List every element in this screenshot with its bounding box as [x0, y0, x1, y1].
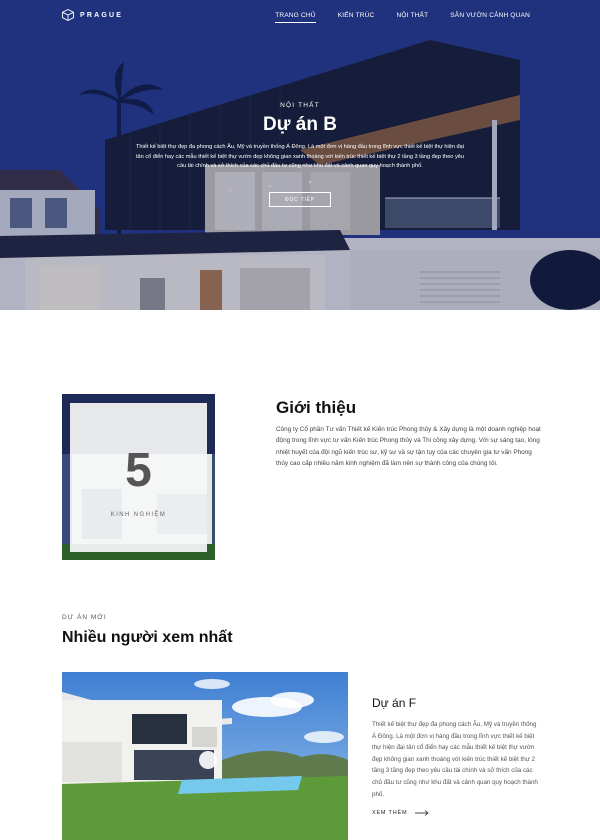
- nav-item-architecture[interactable]: KIẾN TRÚC: [338, 12, 375, 23]
- hero-eyebrow: NỘI THẤT: [280, 102, 320, 109]
- projects-eyebrow: DỰ ÁN MỚI: [62, 614, 107, 621]
- hero-description: Thiết kế biệt thự đẹp đa phong cách Âu, …: [135, 144, 465, 170]
- experience-label: KINH NGHIỆM: [110, 512, 167, 518]
- projects-title: Nhiều người xem nhất: [62, 629, 233, 646]
- experience-number: 5: [125, 444, 152, 497]
- intro-title: Giới thiệu: [276, 398, 357, 417]
- view-more-label: XEM THÊM: [372, 810, 408, 816]
- cube-logo-icon: [62, 9, 74, 21]
- nav-item-home[interactable]: TRANG CHỦ: [275, 12, 316, 23]
- arrow-right-icon: [415, 810, 429, 816]
- view-more-link[interactable]: XEM THÊM: [372, 810, 429, 816]
- hero-title: Dự án B: [263, 114, 337, 135]
- project-description: Thiết kế biệt thự đẹp đa phong cách Âu, …: [372, 721, 538, 798]
- read-more-button[interactable]: ĐỌC TIẾP: [269, 192, 331, 207]
- intro-text: Công ty Cổ phần Tư vấn Thiết kế Kiến trú…: [276, 426, 541, 468]
- brand-logo[interactable]: PRAGUE: [62, 9, 123, 21]
- nav-item-interior[interactable]: NỘI THẤT: [396, 12, 428, 23]
- project-image[interactable]: [62, 672, 348, 840]
- hero-banner: PRAGUE TRANG CHỦ KIẾN TRÚC NỘI THẤT SÂN …: [0, 0, 600, 310]
- main-nav: TRANG CHỦ KIẾN TRÚC NỘI THẤT SÂN VƯỜN CẢ…: [253, 12, 530, 23]
- nav-item-landscape[interactable]: SÂN VƯỜN CẢNH QUAN: [450, 12, 530, 23]
- brand-name: PRAGUE: [80, 11, 124, 19]
- project-title[interactable]: Dự án F: [372, 696, 416, 710]
- experience-card: 5 KINH NGHIỆM: [70, 403, 207, 552]
